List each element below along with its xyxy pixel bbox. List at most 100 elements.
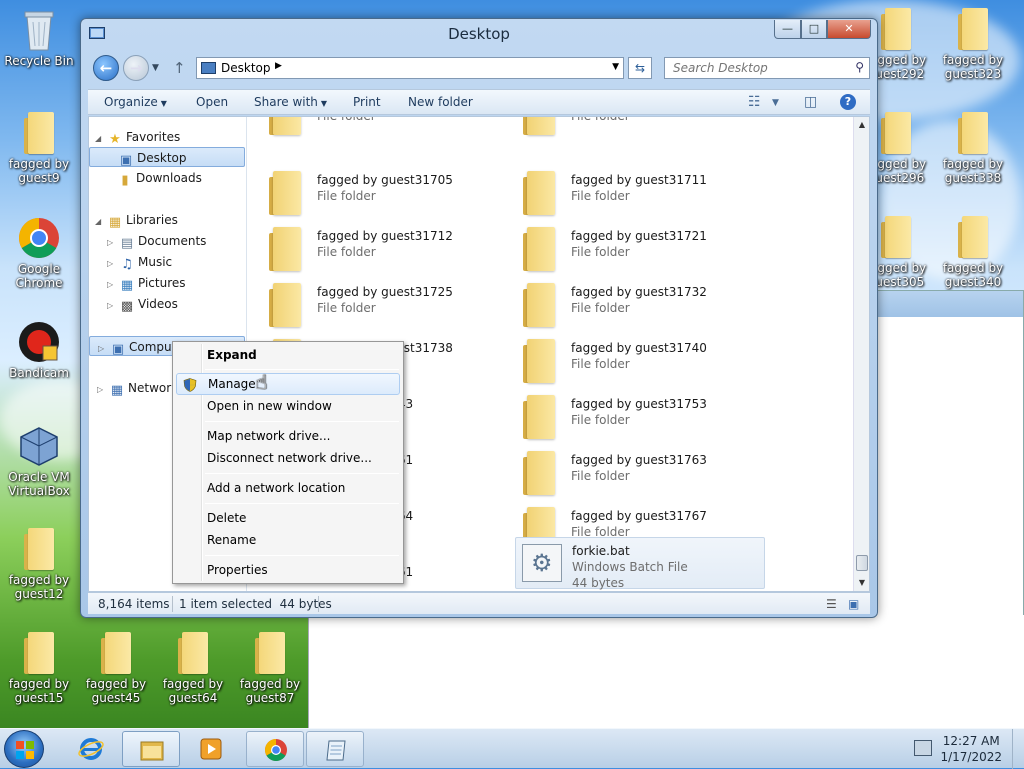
organize-button[interactable]: Organize ▼ [104,95,167,109]
collapsed-arrow-icon[interactable]: ▷ [107,233,119,253]
desktop-icon-folder[interactable]: fagged by guest323 [937,8,1009,81]
desktop-icon-recycle-bin[interactable]: Recycle Bin [3,8,75,68]
collapsed-arrow-icon[interactable]: ▷ [98,339,110,359]
system-clock[interactable]: 12:27 AM 1/17/2022 [940,733,1002,765]
menu-item-open-new-window[interactable]: Open in new window [176,395,400,417]
taskbar-notepad[interactable] [306,731,364,767]
nav-libraries[interactable]: ◢ ▦ Libraries [95,210,178,230]
videos-icon: ▩ [120,299,134,314]
nav-music[interactable]: ▷ ♫ Music [107,252,172,272]
menu-item-delete[interactable]: Delete [176,507,400,529]
desktop-icon-chrome[interactable]: Google Chrome [3,216,75,290]
nav-desktop[interactable]: ▣ Desktop [89,147,245,168]
list-item[interactable]: fagged by guest31712 File folder [261,223,501,275]
search-box[interactable]: ⚲ [664,57,870,79]
list-item[interactable]: fagged by guest31711 File folder [515,167,755,219]
collapsed-arrow-icon[interactable]: ▷ [107,254,119,274]
menu-item-add-network-location[interactable]: Add a network location [176,477,400,499]
list-item[interactable]: fagged by guest31732 File folder [515,279,755,331]
collapsed-arrow-icon[interactable]: ▷ [97,380,109,400]
taskbar-google-chrome[interactable] [246,731,304,767]
window-controls: — □ ✕ [774,20,871,39]
file-name: fagged by guest31725 [317,285,453,299]
menu-item-map-network-drive[interactable]: Map network drive... [176,425,400,447]
taskbar-windows-explorer[interactable] [122,731,180,767]
desktop-icon-virtualbox[interactable]: Oracle VM VirtualBox [3,424,75,498]
desktop-icon-folder[interactable]: fagged by guest45 [80,632,152,705]
breadcrumb-chevron-icon[interactable]: ▶ [275,61,282,71]
maximize-button[interactable]: □ [801,20,827,39]
recent-pages-dropdown[interactable]: ▼ [152,63,159,73]
list-item[interactable]: fagged by guest31753 File folder [515,391,755,443]
print-button[interactable]: Print [353,95,381,109]
nav-pictures[interactable]: ▷ ▦ Pictures [107,273,186,293]
expanded-arrow-icon[interactable]: ◢ [95,129,107,149]
close-button[interactable]: ✕ [827,20,871,39]
share-with-button[interactable]: Share with ▼ [254,95,327,109]
desktop-icon-folder[interactable]: fagged by guest9 [3,112,75,185]
change-view-icon[interactable]: ☷ [748,94,761,110]
taskbar-media-player[interactable] [182,731,240,767]
list-item[interactable]: fagged by guest31740 File folder [515,335,755,387]
context-menu: Expand Manage Open in new window Map net… [172,341,404,584]
taskbar-internet-explorer[interactable] [62,731,120,767]
menu-item-manage[interactable]: Manage [176,373,400,395]
menu-item-rename[interactable]: Rename [176,529,400,551]
file-name: fagged by guest31763 [571,453,707,467]
menu-item-properties[interactable]: Properties [176,559,400,581]
nav-label: Desktop [137,151,187,165]
preview-pane-icon[interactable]: ◫ [804,94,817,110]
address-dropdown-icon[interactable]: ▼ [612,62,619,72]
details-view-icon[interactable]: ☰ [826,597,837,611]
refresh-button[interactable]: ⇆ [628,57,652,79]
nav-label: Videos [138,297,178,311]
desktop-icon-folder[interactable]: fagged by guest338 [937,112,1009,185]
file-type: File folder [571,301,630,315]
large-icons-view-icon[interactable]: ▣ [848,597,859,611]
show-desktop-button[interactable] [1012,729,1024,769]
list-item[interactable]: fagged by guest31721 File folder [515,223,755,275]
list-item[interactable]: File folder [261,117,501,139]
desktop-icon-folder[interactable]: fagged by guest12 [3,528,75,601]
open-button[interactable]: Open [196,95,228,109]
start-button[interactable] [4,730,44,768]
network-tray-icon[interactable] [914,740,932,756]
nav-documents[interactable]: ▷ ▤ Documents [107,231,206,251]
nav-network[interactable]: ▷ ▦ Network [97,378,178,398]
desktop-icon-folder[interactable]: fagged by guest64 [157,632,229,705]
list-item[interactable]: fagged by guest31725 File folder [261,279,501,331]
new-folder-button[interactable]: New folder [408,95,473,109]
forward-button[interactable]: → [123,55,149,81]
taskbar: 12:27 AM 1/17/2022 [0,728,1024,769]
search-icon[interactable]: ⚲ [855,60,864,74]
minimize-button[interactable]: — [774,20,801,39]
menu-item-disconnect-network-drive[interactable]: Disconnect network drive... [176,447,400,469]
help-icon[interactable]: ? [840,94,856,110]
collapsed-arrow-icon[interactable]: ▷ [107,275,119,295]
scrollbar-thumb[interactable] [856,555,868,571]
back-button[interactable]: ← [93,55,119,81]
nav-label: Network [128,381,179,395]
nav-downloads[interactable]: ▮ Downloads [117,168,201,188]
vertical-scrollbar[interactable]: ▲ ▼ [853,117,869,591]
search-input[interactable] [665,58,845,78]
desktop-icon-folder[interactable]: fagged by guest15 [3,632,75,705]
desktop-icon-bandicam[interactable]: Bandicam [3,320,75,380]
collapsed-arrow-icon[interactable]: ▷ [107,296,119,316]
menu-item-expand[interactable]: Expand [176,344,400,366]
scroll-down-arrow-icon[interactable]: ▼ [854,575,869,591]
background-window-titlebar[interactable] [877,291,1023,317]
up-arrow-icon[interactable]: ↑ [173,59,186,77]
desktop-icon-folder[interactable]: fagged by guest340 [937,216,1009,289]
scroll-up-arrow-icon[interactable]: ▲ [854,117,869,133]
list-item[interactable]: File folder [515,117,755,139]
nav-videos[interactable]: ▷ ▩ Videos [107,294,178,314]
list-item[interactable]: fagged by guest31763 File folder [515,447,755,499]
nav-favorites[interactable]: ◢ ★ Favorites [95,127,180,147]
list-item[interactable]: fagged by guest31705 File folder [261,167,501,219]
address-bar[interactable]: Desktop ▶ ▼ [196,57,624,79]
view-options-dropdown-icon[interactable]: ▼ [772,98,779,108]
selected-file-item[interactable]: ⚙ forkie.bat Windows Batch File 44 bytes [515,537,765,590]
desktop-icon-folder[interactable]: fagged by guest87 [234,632,306,705]
expanded-arrow-icon[interactable]: ◢ [95,212,107,232]
